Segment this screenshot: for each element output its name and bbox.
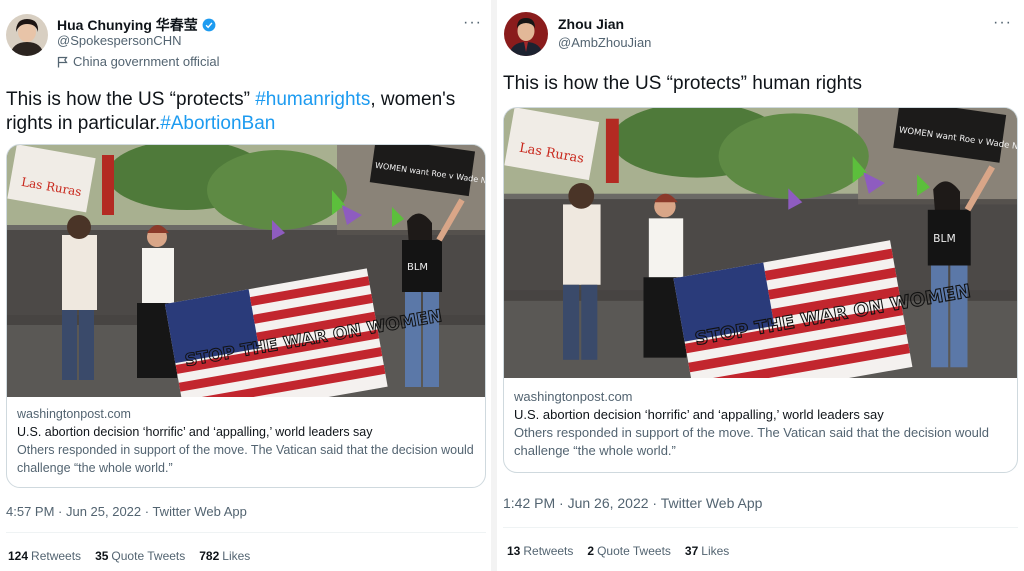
- card-title: U.S. abortion decision ‘horrific’ and ‘a…: [514, 407, 884, 422]
- card-domain: washingtonpost.com: [514, 389, 633, 404]
- tweet-text-part: This is how the US “protects”: [6, 89, 256, 110]
- timestamp[interactable]: 1:42 PM · Jun 26, 2022 · Twitter Web App: [503, 495, 762, 511]
- link-card[interactable]: Las Ruras WOMEN want Roe v Wade NOT JESU…: [503, 107, 1018, 473]
- retweets-count: 13: [507, 544, 521, 558]
- retweets-label: Retweets: [523, 544, 574, 558]
- retweets-stat[interactable]: 13 Retweets: [507, 544, 573, 558]
- divider: [6, 532, 486, 533]
- engagement-stats: 13 Retweets 2 Quote Tweets 37 Likes: [507, 544, 729, 558]
- timestamp[interactable]: 4:57 PM · Jun 25, 2022 · Twitter Web App: [6, 504, 247, 519]
- likes-label: Likes: [222, 549, 251, 563]
- handle[interactable]: @SpokespersonCHN: [57, 33, 181, 48]
- quote-tweets-label: Quote Tweets: [597, 544, 671, 558]
- retweets-count: 124: [8, 549, 29, 563]
- tweet-zhou-jian: Zhou Jian @AmbZhouJian ··· This is how t…: [497, 0, 1024, 571]
- tweet-text: This is how the US “protects” human righ…: [503, 73, 863, 94]
- retweets-stat[interactable]: 124 Retweets: [8, 549, 81, 563]
- card-description: Others responded in support of the move.…: [17, 443, 474, 475]
- tweet-hua-chunying: Hua Chunying 华春莹 @SpokespersonCHN ··· Ch…: [0, 0, 491, 571]
- link-card[interactable]: Las Ruras WOMEN want Roe v Wade NOT JESU…: [6, 144, 486, 488]
- shirt-text: BLM: [933, 232, 956, 245]
- quote-tweets-label: Quote Tweets: [111, 549, 186, 563]
- likes-count: 37: [684, 544, 699, 558]
- quote-tweets-stat[interactable]: 35 Quote Tweets: [95, 549, 185, 563]
- quote-tweets-stat[interactable]: 2 Quote Tweets: [587, 544, 671, 558]
- card-domain: washingtonpost.com: [17, 407, 131, 421]
- card-image: Las Ruras WOMEN want Roe v Wade NOT JESU…: [504, 108, 1017, 378]
- flag-icon: [57, 56, 68, 67]
- avatar[interactable]: [6, 14, 48, 56]
- hashtag-humanrights[interactable]: #humanrights: [255, 89, 370, 110]
- hashtag-abortionban[interactable]: #AbortionBan: [160, 113, 275, 134]
- quote-tweets-count: 2: [587, 544, 595, 558]
- verified-badge-icon: [202, 18, 216, 32]
- shirt-text: BLM: [407, 262, 428, 273]
- government-label[interactable]: China government official: [57, 54, 219, 69]
- card-image: Las Ruras WOMEN want Roe v Wade NOT JESU…: [7, 145, 485, 397]
- likes-label: Likes: [701, 544, 730, 558]
- card-description: Others responded in support of the move.…: [514, 425, 990, 458]
- likes-count: 782: [199, 549, 220, 563]
- government-label-text: China government official: [73, 54, 220, 69]
- likes-stat[interactable]: 37 Likes: [685, 544, 729, 558]
- retweets-label: Retweets: [31, 549, 82, 563]
- quote-tweets-count: 35: [95, 549, 109, 563]
- handle[interactable]: @AmbZhouJian: [558, 35, 651, 50]
- display-name[interactable]: Hua Chunying 华春莹: [57, 15, 198, 35]
- card-title: U.S. abortion decision ‘horrific’ and ‘a…: [17, 425, 373, 439]
- more-options-button[interactable]: ···: [463, 14, 482, 32]
- avatar[interactable]: [504, 12, 548, 56]
- tweet-text: This is how the US “protects” #humanrigh…: [6, 88, 486, 136]
- more-options-button[interactable]: ···: [993, 14, 1012, 32]
- divider: [503, 527, 1018, 528]
- engagement-stats: 124 Retweets 35 Quote Tweets 782 Likes: [8, 549, 250, 563]
- likes-stat[interactable]: 782 Likes: [199, 549, 250, 563]
- display-name[interactable]: Zhou Jian: [558, 16, 624, 32]
